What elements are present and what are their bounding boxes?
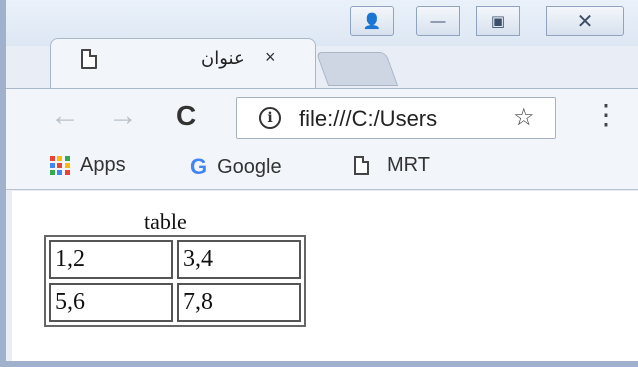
maximize-button[interactable]: ▣ [476, 6, 520, 36]
bookmark-label: MRT [387, 154, 430, 176]
apps-dot [57, 155, 63, 161]
apps-dot [50, 162, 55, 168]
back-icon[interactable]: ← [50, 101, 80, 131]
apps-dot [50, 170, 55, 176]
new-tab-button[interactable] [315, 52, 399, 86]
bookmark-google[interactable]: G Google [190, 154, 282, 180]
info-icon[interactable]: i [259, 107, 281, 129]
menu-icon[interactable]: ⋮ [592, 101, 620, 129]
minimize-button[interactable]: — [416, 6, 460, 36]
page-icon [81, 49, 97, 69]
page-content: table 1,2 3,4 5,6 7,8 [12, 191, 638, 361]
table-caption: table [144, 209, 187, 234]
apps-dot [57, 162, 63, 168]
data-table: 1,2 3,4 5,6 7,8 [44, 235, 306, 327]
browser-window: 👤 — ▣ ✕ عنوان × ← → C i file:///C:/Users… [0, 0, 638, 367]
apps-dot [64, 170, 70, 176]
page-icon [354, 156, 369, 175]
table-cell: 1,2 [49, 240, 173, 279]
forward-icon[interactable]: → [108, 101, 138, 131]
apps-dot [64, 162, 70, 168]
table-cell: 3,4 [177, 240, 301, 279]
address-bar[interactable]: i file:///C:/Users ☆ [236, 97, 556, 139]
table-cell: 7,8 [177, 283, 301, 322]
tab-active[interactable]: عنوان × [50, 38, 316, 88]
tab-title: عنوان [201, 48, 245, 68]
table-cell: 5,6 [49, 283, 173, 322]
tab-close-icon[interactable]: × [265, 47, 276, 68]
star-icon[interactable]: ☆ [513, 103, 535, 132]
google-icon: G [190, 154, 208, 179]
window-border [6, 361, 638, 367]
bookmark-label: Apps [80, 154, 126, 176]
bookmarks-bar: Apps G Google MRT [6, 146, 638, 190]
reload-icon[interactable]: C [176, 101, 196, 131]
apps-grid-icon [50, 155, 70, 176]
bookmark-mrt[interactable]: MRT [354, 154, 430, 177]
apps-dot [64, 155, 70, 161]
url-text[interactable]: file:///C:/Users [299, 106, 507, 132]
close-window-button[interactable]: ✕ [546, 6, 624, 36]
bookmark-apps[interactable]: Apps [50, 154, 126, 177]
apps-dot [50, 155, 55, 161]
apps-dot [57, 170, 63, 176]
bookmark-label: Google [217, 155, 282, 178]
profile-icon[interactable]: 👤 [350, 6, 394, 36]
toolbar: ← → C i file:///C:/Users ☆ ⋮ [6, 88, 638, 146]
